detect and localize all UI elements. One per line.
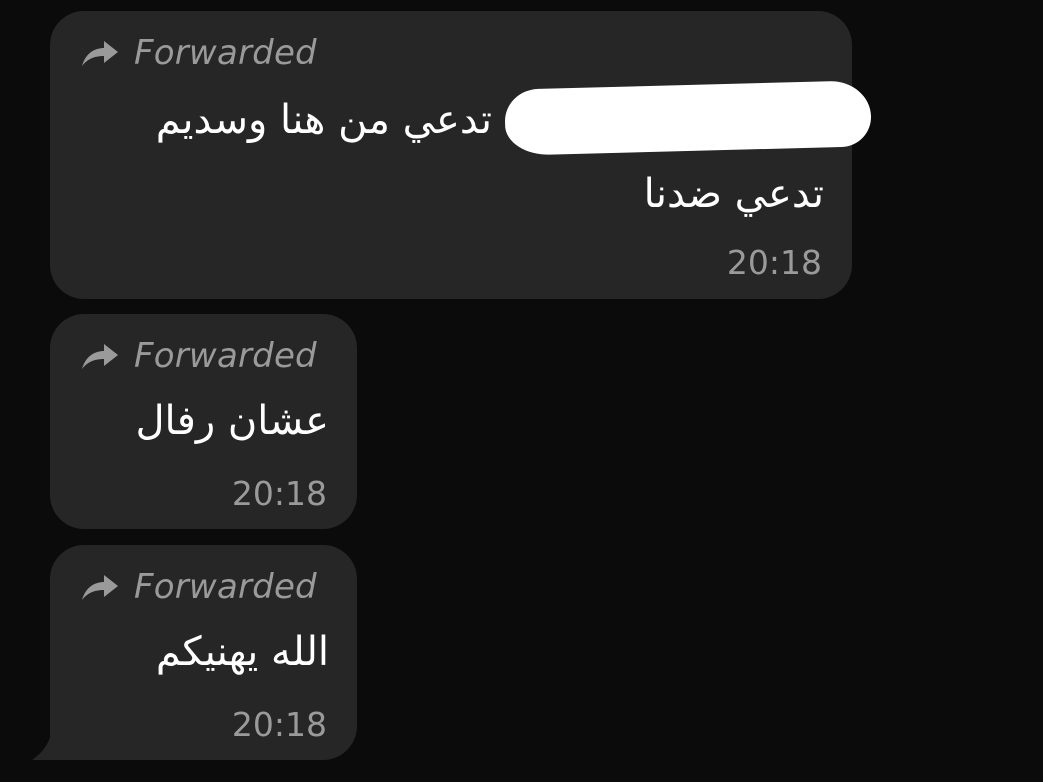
forwarded-label: Forwarded: [134, 567, 317, 607]
forwarded-label: Forwarded: [134, 33, 317, 73]
forward-arrow-icon: [82, 344, 118, 369]
message-timestamp: 20:18: [726, 243, 822, 282]
chat-view: Forwarded تدعي من هنا وسديم تدعي ضدنا 20…: [0, 0, 1043, 782]
redaction-mark: [504, 80, 872, 156]
message-bubble[interactable]: Forwarded الله يهنيكم 20:18: [50, 545, 357, 760]
forwarded-label: Forwarded: [134, 336, 317, 376]
message-text-line: تدعي ضدنا: [643, 171, 824, 217]
forwarded-header: Forwarded: [80, 567, 317, 607]
message-bubble[interactable]: Forwarded عشان رفال 20:18: [50, 314, 357, 529]
forwarded-header: Forwarded: [80, 336, 317, 376]
message-text-line: تدعي من هنا وسديم: [155, 97, 492, 143]
message-text-line: الله يهنيكم: [155, 629, 329, 675]
message-timestamp: 20:18: [231, 474, 327, 513]
forward-arrow-icon: [82, 41, 118, 66]
message-bubble[interactable]: Forwarded تدعي من هنا وسديم تدعي ضدنا 20…: [50, 11, 872, 299]
message-text-line: عشان رفال: [135, 398, 329, 444]
forward-arrow-icon: [82, 575, 118, 600]
message-timestamp: 20:18: [231, 705, 327, 744]
forwarded-header: Forwarded: [80, 33, 317, 73]
